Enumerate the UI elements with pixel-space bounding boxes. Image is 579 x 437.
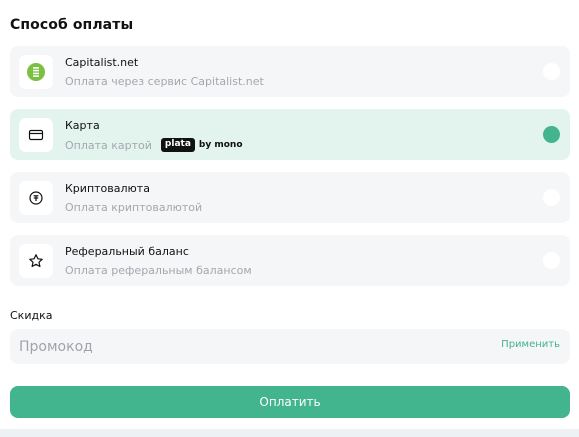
pay-button[interactable]: Оплатить [10,386,570,418]
method-description: Оплата через сервис Capitalist.net [65,75,264,88]
method-radio[interactable] [543,63,560,80]
method-radio[interactable] [543,252,560,269]
bottom-divider [0,429,579,437]
payment-method-capitalist[interactable]: Capitalist.net Оплата через сервис Capit… [10,46,570,97]
method-radio-selected[interactable] [543,126,560,143]
plata-badge: plata [160,138,195,152]
by-mono-label: by mono [198,140,243,150]
payment-method-referral[interactable]: Реферальный баланс Оплата реферальным ба… [10,235,570,286]
payment-panel: Способ оплаты Capitalist.net Оплата чере… [0,0,579,437]
method-name: Криптовалюта [65,182,150,195]
method-description: Оплата криптовалютой [65,201,203,214]
capitalist-icon [19,55,53,89]
promo-code-field: Применить [10,329,570,364]
method-name: Capitalist.net [65,56,139,69]
discount-label: Скидка [10,309,53,322]
method-description: Оплата картой [65,138,152,152]
promo-code-input[interactable] [19,335,439,359]
payment-method-crypto[interactable]: Криптовалюта Оплата криптовалютой [10,172,570,223]
credit-card-icon [19,118,53,152]
method-name: Карта [65,119,100,132]
method-name: Реферальный баланс [65,245,189,258]
payment-method-title: Способ оплаты [10,17,134,33]
method-description: Оплата реферальным балансом [65,264,252,277]
method-description-row: Оплата картой plata by mono [65,138,243,152]
method-radio[interactable] [543,189,560,206]
star-icon [19,244,53,278]
payment-method-card[interactable]: Карта Оплата картой plata by mono [10,109,570,160]
crypto-coin-icon [19,181,53,215]
apply-promo-button[interactable]: Применить [501,339,560,350]
